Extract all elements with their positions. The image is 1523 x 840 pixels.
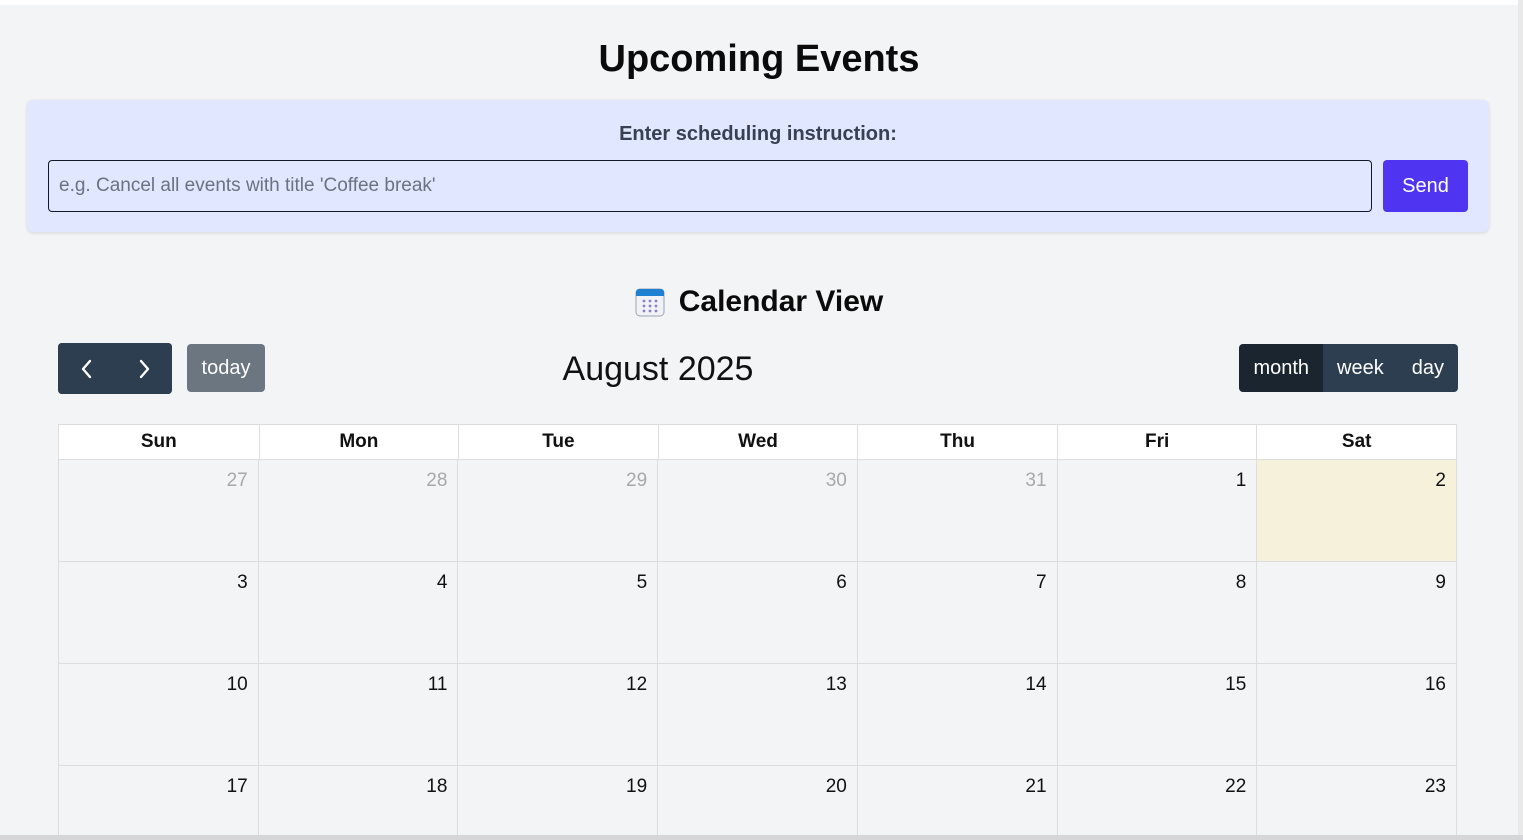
day-cell[interactable]: 29 xyxy=(458,460,659,561)
week-row: 17 18 19 20 21 22 23 xyxy=(58,766,1457,840)
day-number[interactable]: 9 xyxy=(1435,572,1446,594)
week-row: 10 11 12 13 14 15 16 xyxy=(58,664,1457,766)
day-cell[interactable]: 3 xyxy=(59,562,259,663)
chevron-right-icon xyxy=(139,359,149,378)
day-number[interactable]: 27 xyxy=(227,470,248,492)
day-cell[interactable]: 10 xyxy=(59,664,259,765)
day-number[interactable]: 30 xyxy=(826,470,847,492)
day-cell[interactable]: 27 xyxy=(59,460,259,561)
calendar-icon xyxy=(635,287,665,317)
week-row: 27 28 29 30 31 1 2 xyxy=(58,460,1457,562)
day-cell[interactable]: 22 xyxy=(1058,766,1258,840)
day-number[interactable]: 6 xyxy=(836,572,847,594)
day-number[interactable]: 14 xyxy=(1025,674,1046,696)
calendar-weeks: 27 28 29 30 31 1 2 3 4 5 6 7 8 9 10 11 12 13 14 15 16 17 18 19 2… xyxy=(58,460,1457,840)
prev-button[interactable] xyxy=(58,343,115,394)
calendar-heading-text: Calendar View xyxy=(678,285,884,318)
page: Upcoming Events Enter scheduling instruc… xyxy=(0,5,1518,840)
day-cell[interactable]: 23 xyxy=(1257,766,1457,840)
week-view-button[interactable]: week xyxy=(1323,344,1398,392)
day-cell[interactable]: 31 xyxy=(858,460,1058,561)
day-number[interactable]: 2 xyxy=(1435,470,1446,492)
day-number[interactable]: 22 xyxy=(1225,776,1246,798)
view-button-group: month week day xyxy=(1239,344,1458,392)
day-number[interactable]: 15 xyxy=(1225,674,1246,696)
day-cell[interactable]: 6 xyxy=(658,562,858,663)
day-cell[interactable]: 16 xyxy=(1257,664,1457,765)
day-cell[interactable]: 20 xyxy=(658,766,858,840)
day-number[interactable]: 29 xyxy=(626,470,647,492)
day-cell[interactable]: 7 xyxy=(858,562,1058,663)
day-number[interactable]: 28 xyxy=(426,470,447,492)
day-number[interactable]: 1 xyxy=(1236,470,1247,492)
window-edge xyxy=(1518,0,1523,840)
day-number[interactable]: 31 xyxy=(1025,470,1046,492)
day-cell[interactable]: 1 xyxy=(1058,460,1258,561)
day-cell[interactable]: 17 xyxy=(59,766,259,840)
day-cell[interactable]: 8 xyxy=(1058,562,1258,663)
page-title: Upcoming Events xyxy=(598,38,920,80)
day-number[interactable]: 3 xyxy=(237,572,248,594)
send-button[interactable]: Send xyxy=(1383,160,1468,212)
weekday-header-row: Sun Mon Tue Wed Thu Fri Sat xyxy=(58,424,1457,460)
day-cell[interactable]: 9 xyxy=(1257,562,1457,663)
chevron-left-icon xyxy=(81,359,91,378)
weekday-header-mon: Mon xyxy=(258,425,459,459)
next-button[interactable] xyxy=(115,343,172,394)
instruction-panel: Enter scheduling instruction: Send xyxy=(27,100,1489,232)
day-number[interactable]: 10 xyxy=(227,674,248,696)
weekday-header-thu: Thu xyxy=(857,425,1057,459)
weekday-header-wed: Wed xyxy=(657,425,858,459)
day-cell[interactable]: 4 xyxy=(259,562,459,663)
weekday-header-sat: Sat xyxy=(1256,425,1456,459)
day-cell[interactable]: 21 xyxy=(858,766,1058,840)
weekday-header-sun: Sun xyxy=(140,431,177,452)
today-button[interactable]: today xyxy=(187,344,265,392)
day-number[interactable]: 7 xyxy=(1036,572,1047,594)
day-number[interactable]: 23 xyxy=(1425,776,1446,798)
calendar-heading: Calendar View xyxy=(0,285,1518,319)
day-cell[interactable]: 28 xyxy=(259,460,459,561)
day-number[interactable]: 13 xyxy=(826,674,847,696)
day-cell[interactable]: 13 xyxy=(658,664,858,765)
week-row: 3 4 5 6 7 8 9 xyxy=(58,562,1457,664)
day-cell[interactable]: 5 xyxy=(458,562,659,663)
day-number[interactable]: 11 xyxy=(428,674,448,696)
day-number[interactable]: 19 xyxy=(626,776,647,798)
calendar-grid: Sun Mon Tue Wed Thu Fri Sat 27 28 29 30 31 1 2 3 4 5 6 7 8… xyxy=(58,424,1457,840)
day-number[interactable]: 8 xyxy=(1236,572,1247,594)
weekday-header-fri: Fri xyxy=(1056,425,1257,459)
day-cell[interactable]: 18 xyxy=(259,766,459,840)
nav-button-group xyxy=(58,343,172,394)
day-view-button[interactable]: day xyxy=(1397,344,1458,392)
calendar-title: August 2025 xyxy=(562,350,754,388)
day-number[interactable]: 21 xyxy=(1025,776,1046,798)
day-cell-today[interactable]: 2 xyxy=(1257,460,1457,561)
weekday-header-tue: Tue xyxy=(458,425,658,459)
window-bottom-edge xyxy=(0,835,1523,840)
day-number[interactable]: 12 xyxy=(626,674,647,696)
day-cell[interactable]: 12 xyxy=(458,664,659,765)
day-cell[interactable]: 19 xyxy=(458,766,659,840)
day-cell[interactable]: 15 xyxy=(1058,664,1258,765)
month-view-button[interactable]: month xyxy=(1239,344,1324,392)
day-number[interactable]: 18 xyxy=(426,776,447,798)
day-number[interactable]: 16 xyxy=(1425,674,1446,696)
day-cell[interactable]: 14 xyxy=(858,664,1058,765)
instruction-input[interactable] xyxy=(48,160,1372,212)
day-number[interactable]: 4 xyxy=(437,572,448,594)
day-number[interactable]: 17 xyxy=(227,776,248,798)
calendar-toolbar: today August 2025 month week day xyxy=(58,343,1458,395)
instruction-label: Enter scheduling instruction: xyxy=(619,123,897,145)
day-number[interactable]: 5 xyxy=(637,572,648,594)
day-cell[interactable]: 30 xyxy=(658,460,858,561)
day-cell[interactable]: 11 xyxy=(259,664,459,765)
day-number[interactable]: 20 xyxy=(826,776,847,798)
